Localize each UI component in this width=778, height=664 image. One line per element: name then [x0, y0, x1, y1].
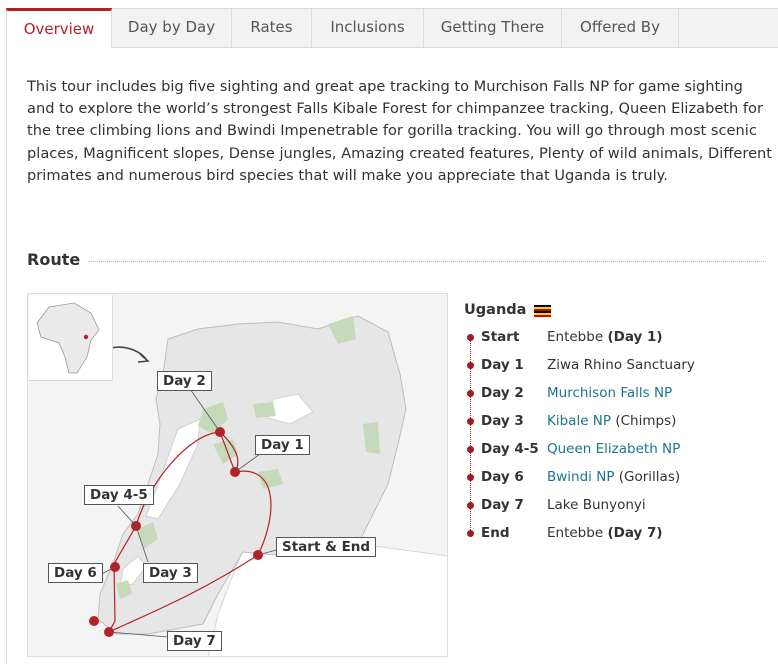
tab-inclusions[interactable]: Inclusions [312, 8, 424, 48]
itinerary-day: Day 7 [481, 497, 524, 513]
itinerary-row: Day 2 Murchison Falls NP [464, 382, 764, 410]
itinerary-day: Start [481, 329, 520, 345]
itinerary-day: Day 1 [481, 357, 524, 373]
itinerary-place: Bwindi NP (Gorillas) [547, 469, 681, 485]
tab-overview[interactable]: Overview [6, 8, 112, 49]
itinerary-dot-icon [467, 362, 474, 369]
itinerary-day: Day 2 [481, 385, 524, 401]
route-itinerary: Uganda Start Entebbe (Day 1) Day 1 Ziwa … [464, 300, 764, 550]
itinerary-place: Kibale NP (Chimps) [547, 413, 677, 429]
itinerary-place-link[interactable]: Bwindi NP [547, 469, 614, 485]
itinerary-dot-icon [467, 418, 474, 425]
itinerary-row: Start Entebbe (Day 1) [464, 326, 764, 354]
itinerary-row: End Entebbe (Day 7) [464, 522, 764, 550]
itinerary-place: Entebbe (Day 7) [547, 525, 663, 541]
itinerary-place: Murchison Falls NP [547, 382, 672, 404]
itinerary-day: Day 6 [481, 469, 524, 485]
itinerary-day: Day 4-5 [481, 441, 539, 457]
itinerary-dot-icon [467, 334, 474, 341]
route-heading-divider [88, 261, 766, 262]
itinerary-row: Day 3 Kibale NP (Chimps) [464, 410, 764, 438]
itinerary-dot-icon [467, 474, 474, 481]
itinerary-day: End [481, 525, 510, 541]
route-heading: Route [27, 250, 81, 269]
itinerary-place: Queen Elizabeth NP [547, 438, 680, 460]
map-label-day3: Day 3 [143, 563, 198, 583]
route-map[interactable]: Day 2 Day 1 Day 4-5 Start & End Day 6 Da… [27, 293, 448, 657]
itinerary-place: Lake Bunyonyi [547, 497, 646, 513]
map-label-day7: Day 7 [167, 631, 222, 651]
itinerary-place: Entebbe (Day 1) [547, 329, 663, 345]
africa-inset-map [29, 295, 113, 381]
itinerary-dot-icon [467, 530, 474, 537]
uganda-flag-icon [534, 304, 552, 317]
map-label-day2: Day 2 [157, 371, 212, 391]
tab-day-by-day[interactable]: Day by Day [112, 8, 232, 48]
tab-offered-by[interactable]: Offered By [562, 8, 679, 48]
tab-rates[interactable]: Rates [232, 8, 312, 48]
itinerary-place-link[interactable]: Kibale NP [547, 413, 611, 429]
itinerary-dot-icon [467, 390, 474, 397]
itinerary-day: Day 3 [481, 413, 524, 429]
tour-description: This tour includes big five sighting and… [27, 78, 773, 184]
tab-getting-there[interactable]: Getting There [424, 8, 562, 48]
itinerary-row: Day 4-5 Queen Elizabeth NP [464, 438, 764, 466]
map-label-start-end: Start & End [276, 537, 377, 557]
itinerary-row: Day 6 Bwindi NP (Gorillas) [464, 466, 764, 494]
map-label-day6: Day 6 [48, 563, 103, 583]
itinerary-row: Day 7 Lake Bunyonyi [464, 494, 764, 522]
itinerary-dot-icon [467, 502, 474, 509]
itinerary-row: Day 1 Ziwa Rhino Sanctuary [464, 354, 764, 382]
map-label-day45: Day 4-5 [84, 485, 154, 505]
itinerary-dot-icon [467, 446, 474, 453]
itinerary-place: Ziwa Rhino Sanctuary [547, 357, 695, 373]
tab-bar: Overview Day by Day Rates Inclusions Get… [6, 8, 778, 49]
itinerary-place-link[interactable]: Queen Elizabeth NP [547, 441, 680, 457]
country-name: Uganda [464, 302, 527, 318]
country-heading: Uganda [464, 300, 764, 320]
map-label-day1: Day 1 [255, 435, 310, 455]
itinerary-place-link[interactable]: Murchison Falls NP [547, 385, 672, 401]
